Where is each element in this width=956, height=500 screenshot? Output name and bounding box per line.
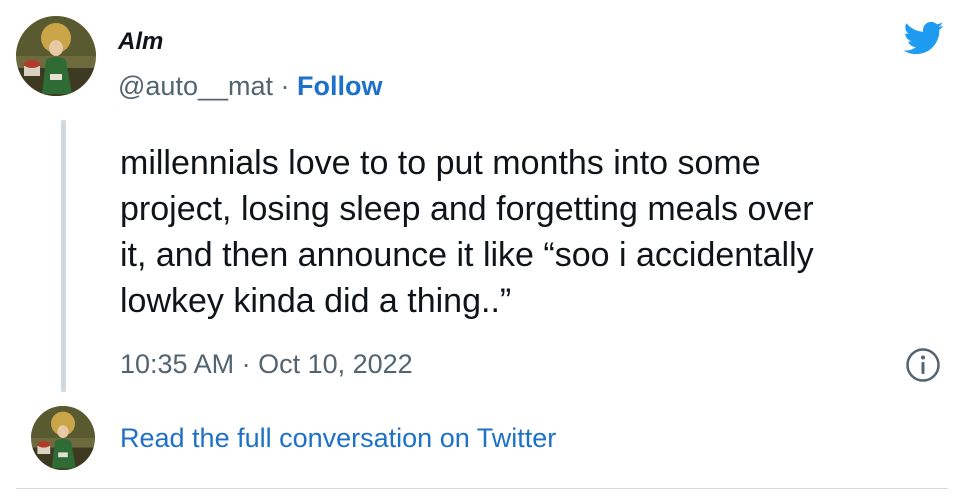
author-handle[interactable]: @auto__mat	[118, 71, 273, 101]
author-display-name[interactable]: Alm	[118, 26, 163, 58]
tweet-date: Oct 10, 2022	[258, 349, 413, 379]
small-author-avatar[interactable]	[31, 406, 95, 470]
tweet-text: millennials love to to put months into s…	[120, 144, 814, 320]
thread-line	[61, 120, 66, 392]
handle-separator: ·	[273, 71, 297, 101]
info-icon[interactable]	[905, 347, 941, 383]
bottom-divider	[16, 488, 948, 489]
small-avatar-image	[31, 406, 95, 470]
tweet-timestamp[interactable]: 10:35 AM · Oct 10, 2022	[120, 346, 413, 382]
author-avatar[interactable]	[16, 16, 96, 96]
avatar-image	[16, 16, 96, 96]
twitter-bird-icon[interactable]	[898, 17, 948, 59]
tweet-time: 10:35 AM	[120, 349, 235, 379]
author-handle-row: @auto__mat · Follow	[118, 68, 382, 104]
timestamp-separator: ·	[234, 349, 259, 379]
follow-button[interactable]: Follow	[297, 71, 382, 101]
read-full-conversation-link[interactable]: Read the full conversation on Twitter	[120, 420, 556, 456]
